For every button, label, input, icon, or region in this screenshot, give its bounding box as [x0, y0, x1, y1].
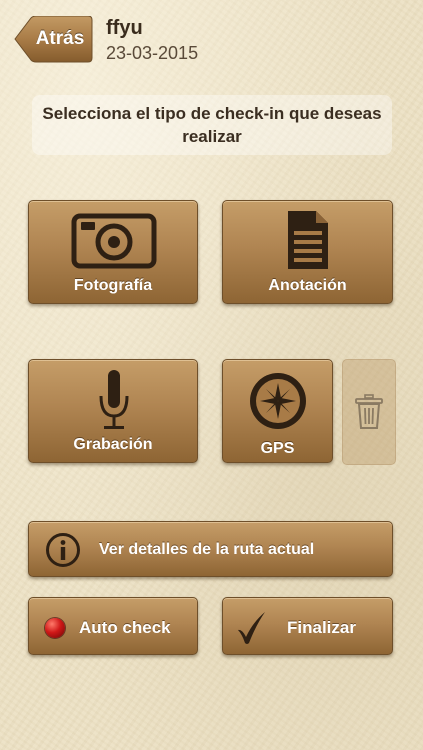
auto-check-label: Auto check	[79, 618, 171, 637]
compass-icon	[250, 373, 306, 429]
photo-checkin-button[interactable]: Fotografía	[28, 200, 198, 304]
finish-label: Finalizar	[287, 618, 356, 637]
instruction-text: Selecciona el tipo de check-in que desea…	[32, 95, 392, 155]
back-button[interactable]: Atrás	[14, 16, 93, 63]
delete-button[interactable]	[342, 359, 396, 465]
info-icon	[46, 533, 80, 567]
gps-label: GPS	[260, 440, 295, 457]
route-date: 23-03-2015	[106, 43, 199, 63]
auto-check-button[interactable]: Auto check	[28, 597, 198, 655]
note-checkin-button[interactable]: Anotación	[222, 200, 393, 304]
microphone-icon	[99, 370, 129, 429]
back-label: Atrás	[35, 28, 85, 49]
record-dot-icon	[45, 618, 65, 638]
gps-checkin-button[interactable]: GPS	[222, 359, 333, 463]
route-details-label: Ver detalles de la ruta actual	[99, 541, 315, 558]
audio-checkin-button[interactable]: Grabación	[28, 359, 198, 463]
trash-icon	[355, 394, 383, 429]
photo-label: Fotografía	[73, 277, 153, 294]
route-name: ffyu	[106, 17, 143, 39]
camera-icon	[71, 213, 157, 269]
note-label: Anotación	[268, 277, 347, 294]
route-details-button[interactable]: Ver detalles de la ruta actual	[28, 521, 393, 577]
checkmark-icon	[238, 612, 265, 644]
document-icon	[288, 211, 328, 269]
finish-button[interactable]: Finalizar	[222, 597, 393, 655]
instruction-label: Selecciona el tipo de check-in que desea…	[42, 104, 382, 146]
audio-label: Grabación	[73, 436, 153, 453]
